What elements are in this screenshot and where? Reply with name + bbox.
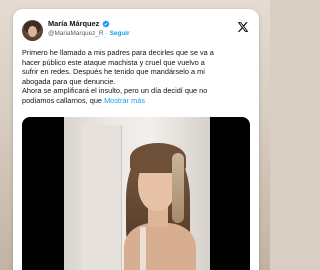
separator-dot: · (105, 30, 108, 37)
video-frame (64, 117, 210, 270)
tweet-line: sufrir en redes. Después he tenido que m… (22, 67, 205, 76)
tweet-header: María Márquez @MariaMarquez_R · Seguir (13, 9, 259, 45)
tweet-line: Primero he llamado a mis padres para dec… (22, 48, 214, 57)
author-handle[interactable]: @MariaMarquez_R (48, 30, 104, 37)
x-logo-icon[interactable] (237, 21, 249, 33)
follow-button[interactable]: Seguir (110, 30, 130, 37)
tweet-line: hacer público este ataque machista y cru… (22, 57, 205, 67)
tweet-line: Ahora se amplificará el insulto, pero un… (22, 86, 208, 95)
avatar[interactable] (22, 20, 43, 41)
tweet-line: abogada para que denuncie. (22, 76, 116, 86)
author-name[interactable]: María Márquez (48, 19, 99, 28)
handle-row: @MariaMarquez_R · Seguir (48, 30, 130, 37)
verified-badge-icon (102, 20, 110, 27)
author-row: María Márquez (48, 19, 110, 28)
tweet-line-text: podíamos callarnos, que (22, 95, 103, 105)
tweet-line-last: podíamos callarnos, que Mostrar más (22, 96, 254, 106)
tweet-text: Primero he llamado a mis padres para dec… (22, 48, 254, 105)
video-media[interactable] (22, 117, 250, 270)
show-more-link[interactable]: Mostrar más (104, 96, 145, 105)
tweet-card[interactable]: María Márquez @MariaMarquez_R · Seguir P… (13, 9, 259, 270)
